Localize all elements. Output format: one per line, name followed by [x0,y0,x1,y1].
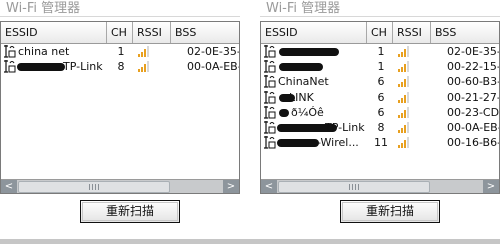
bssid-cell: 02-0E-35-( [187,45,240,58]
wifi-manager-panel-2: Wi-Fi 管理器 ESSID CH RSSI BSS 1 02-0E-35- 1 00-22-… [259,0,500,244]
table-row[interactable]: 1 00-22-15-4 [261,59,499,74]
table-row[interactable]: TP-Link 8 00-0A-EB- [261,120,500,135]
essid-label: TP-Link [325,120,365,134]
channel-cell: 6 [377,75,385,89]
rssi-cell [393,105,431,120]
horizontal-scrollbar[interactable]: < > [1,179,239,193]
rescan-button[interactable]: 重新扫描 [340,200,440,223]
table-row[interactable]: ð¼Óê 6 00-23-CD- [261,105,500,120]
redaction-mark [279,63,323,72]
column-header-ch[interactable]: CH [107,22,133,43]
essid-cell: china net [1,44,107,59]
essid-label: ð¼Óê [291,105,324,119]
list-header: ESSID CH RSSI BSS [1,22,239,44]
bssid-cell: 00-16-B6-E [447,136,499,150]
channel-cell: 11 [374,136,388,150]
list-header: ESSID CH RSSI BSS [261,22,499,44]
horizontal-scrollbar[interactable]: < > [261,179,499,193]
table-row[interactable]: china net 1 02-0E-35-( [1,44,240,59]
channel-cell: 6 [377,105,385,119]
bssid-cell: 02-0E-35- [447,45,500,58]
scrollbar-thumb[interactable] [278,181,430,193]
rescan-button[interactable]: 重新扫描 [80,200,180,223]
grip-icon [349,184,361,190]
column-header-rssi[interactable]: RSSI [393,22,431,43]
column-header-rssi[interactable]: RSSI [133,22,171,43]
essid-cell: LINK [261,90,367,105]
rssi-cell [393,59,431,74]
essid-label: china net [18,45,70,58]
redaction-mark [17,63,65,72]
wifi-manager-panel-1: Wi-Fi 管理器 ESSID CH RSSI BSS china net 1 02-0E-3… [0,0,241,244]
arrow-left-icon[interactable]: < [1,180,17,193]
rssi-cell [133,59,171,74]
essid-label: ChinaNet [278,75,329,89]
arrow-right-icon[interactable]: > [483,180,499,193]
column-header-essid[interactable]: ESSID [261,22,367,43]
essid-label: LINK [289,90,314,104]
essid-cell: -Wirel... [261,135,367,150]
essid-cell: ð¼Óê [261,105,367,120]
channel-cell: 8 [377,120,385,134]
rssi-cell [393,44,431,59]
essid-cell: TP-Link [261,120,367,135]
essid-cell: TP-Link [1,59,107,74]
channel-cell: 1 [117,45,125,58]
grip-icon [89,184,101,190]
channel-cell: 1 [377,45,385,58]
essid-cell [261,44,367,59]
rssi-cell [393,90,431,105]
bssid-cell: 00-21-27- [447,90,500,104]
column-header-essid[interactable]: ESSID [1,22,107,43]
redaction-mark [279,48,339,56]
rssi-cell [133,44,171,59]
column-header-bssid[interactable]: BSS [431,22,499,43]
arrow-left-icon[interactable]: < [261,180,277,193]
rssi-cell [393,74,431,89]
redaction-mark [279,108,289,117]
scrollbar-thumb[interactable] [18,181,170,193]
rssi-cell [393,135,431,150]
column-header-bssid[interactable]: BSS [171,22,239,43]
channel-cell: 8 [117,60,125,74]
window-title: Wi-Fi 管理器 [0,1,241,17]
bssid-cell: 00-22-15-4 [447,60,499,74]
channel-cell: 6 [377,90,385,104]
table-row[interactable]: ChinaNet 6 00-60-B3-( [261,74,500,89]
channel-cell: 1 [377,60,385,74]
essid-label: -Wirel... [317,136,359,150]
bottom-bar [0,239,500,244]
network-list[interactable]: ESSID CH RSSI BSS china net 1 02-0E-35-(TP-Lin… [0,21,240,194]
redaction-mark [277,139,319,148]
window-title: Wi-Fi 管理器 [259,1,500,17]
table-row[interactable]: TP-Link 8 00-0A-EB- [1,59,240,74]
table-row[interactable]: 1 02-0E-35- [261,44,500,59]
table-row[interactable]: -Wirel... 11 00-16-B6-E [261,135,499,150]
essid-cell [261,59,367,74]
column-header-ch[interactable]: CH [367,22,393,43]
bssid-cell: 00-23-CD- [447,105,500,119]
bssid-cell: 00-0A-EB- [187,60,240,74]
rssi-cell [393,120,431,135]
essid-cell: ChinaNet [261,74,367,89]
bssid-cell: 00-0A-EB- [447,120,500,134]
essid-label: TP-Link [63,60,103,74]
table-row[interactable]: LINK 6 00-21-27- [261,90,500,105]
arrow-right-icon[interactable]: > [223,180,239,193]
network-list[interactable]: ESSIDCHRSSIBSS102-0E-35-100-22-15-4China… [260,21,500,194]
bssid-cell: 00-60-B3-( [447,75,500,89]
